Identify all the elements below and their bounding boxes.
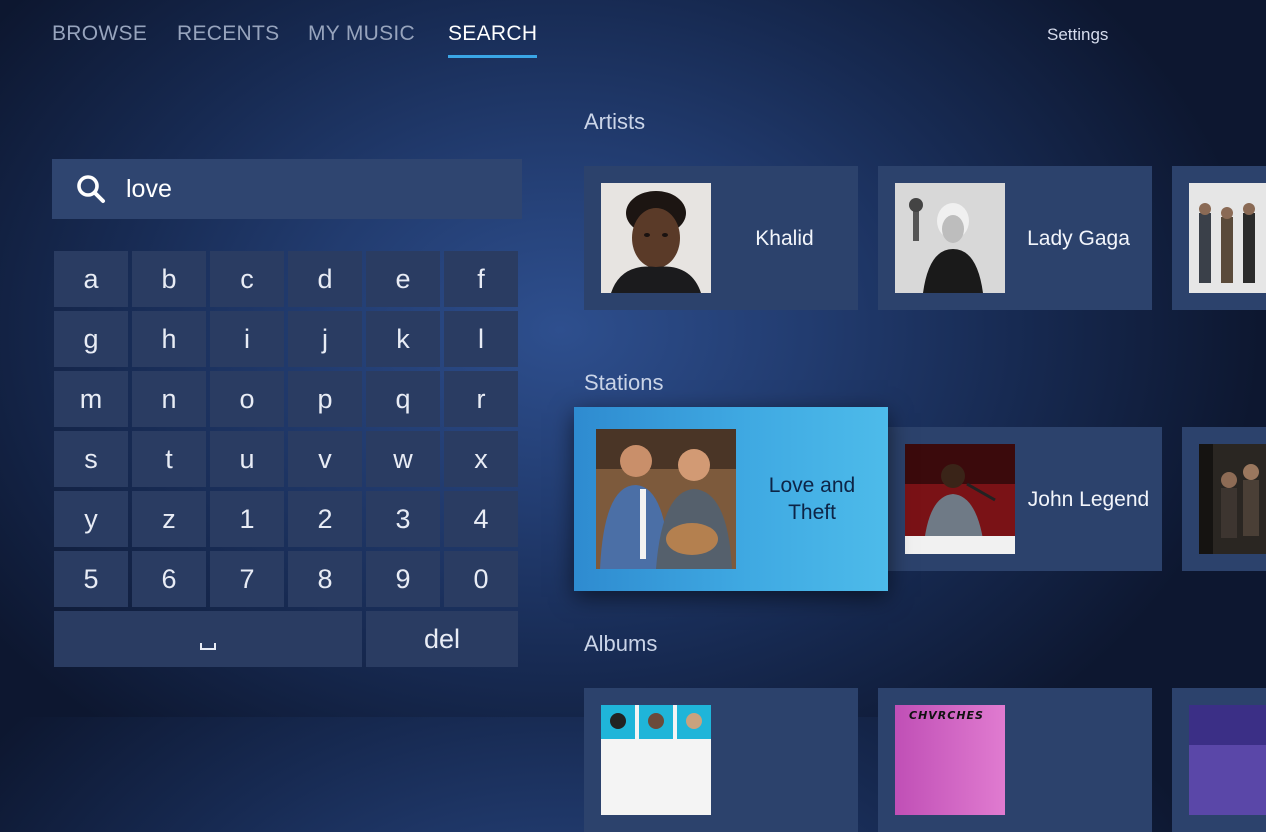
artist-card-khalid[interactable]: Khalid (584, 166, 858, 310)
station-card-john-legend[interactable]: John Legend (888, 427, 1162, 571)
station-card-love-and-theft[interactable]: Love and Theft (574, 407, 888, 591)
key[interactable]: b (132, 251, 206, 307)
key[interactable]: c (210, 251, 284, 307)
key[interactable]: l (444, 311, 518, 367)
artist-name: Khalid (755, 226, 814, 250)
delete-key[interactable]: del (366, 611, 518, 667)
section-title-albums: Albums (584, 631, 658, 656)
album-card-chvrches[interactable]: CHVRCHES (878, 688, 1152, 832)
key[interactable]: 0 (444, 551, 518, 607)
album-art: CHVRCHES (895, 705, 1005, 815)
key[interactable]: 1 (210, 491, 284, 547)
key[interactable]: g (54, 311, 128, 367)
key[interactable]: d (288, 251, 362, 307)
key[interactable]: r (444, 371, 518, 427)
artist-card-3[interactable] (1172, 166, 1266, 310)
artist-name: Lady Gaga (1027, 226, 1130, 250)
key[interactable]: p (288, 371, 362, 427)
settings-link[interactable]: Settings (1047, 25, 1108, 45)
key[interactable]: 8 (288, 551, 362, 607)
key[interactable]: 4 (444, 491, 518, 547)
artist-card-lady-gaga[interactable]: Lady Gaga (878, 166, 1152, 310)
tab-search[interactable]: SEARCH (448, 22, 537, 46)
album-card-3[interactable] (1172, 688, 1266, 832)
section-title-artists: Artists (584, 109, 646, 134)
key[interactable]: a (54, 251, 128, 307)
key[interactable]: w (366, 431, 440, 487)
key[interactable]: n (132, 371, 206, 427)
key[interactable]: 7 (210, 551, 284, 607)
search-icon (76, 174, 106, 204)
station-name: Love and Theft (768, 474, 856, 524)
key[interactable]: f (444, 251, 518, 307)
key[interactable]: 3 (366, 491, 440, 547)
key[interactable]: u (210, 431, 284, 487)
key[interactable]: v (288, 431, 362, 487)
station-image (1199, 444, 1266, 554)
album-art-text: CHVRCHES (909, 709, 984, 722)
artist-image (895, 183, 1005, 293)
active-tab-indicator (448, 55, 537, 58)
key[interactable]: m (54, 371, 128, 427)
key[interactable]: k (366, 311, 440, 367)
key[interactable]: 9 (366, 551, 440, 607)
key[interactable]: q (366, 371, 440, 427)
key[interactable]: i (210, 311, 284, 367)
key[interactable]: o (210, 371, 284, 427)
tab-recents[interactable]: RECENTS (177, 22, 279, 46)
key[interactable]: 6 (132, 551, 206, 607)
tab-browse[interactable]: BROWSE (52, 22, 147, 46)
search-input[interactable]: love (52, 159, 522, 219)
key[interactable]: j (288, 311, 362, 367)
key[interactable]: x (444, 431, 518, 487)
album-card-1[interactable] (584, 688, 858, 832)
key[interactable]: s (54, 431, 128, 487)
key[interactable]: h (132, 311, 206, 367)
album-art (1189, 705, 1266, 815)
space-icon (200, 642, 216, 650)
key[interactable]: t (132, 431, 206, 487)
key[interactable]: z (132, 491, 206, 547)
search-query: love (126, 174, 172, 203)
key[interactable]: 2 (288, 491, 362, 547)
tab-my-music[interactable]: MY MUSIC (308, 22, 415, 46)
artist-image (1189, 183, 1266, 293)
station-name: John Legend (1027, 487, 1150, 511)
station-image (905, 444, 1015, 554)
section-title-stations: Stations (584, 370, 664, 395)
key[interactable]: e (366, 251, 440, 307)
key[interactable]: y (54, 491, 128, 547)
album-art (601, 705, 711, 815)
key[interactable]: 5 (54, 551, 128, 607)
artist-image (601, 183, 711, 293)
station-image (596, 429, 736, 569)
space-key[interactable] (54, 611, 362, 667)
station-card-3[interactable] (1182, 427, 1266, 571)
